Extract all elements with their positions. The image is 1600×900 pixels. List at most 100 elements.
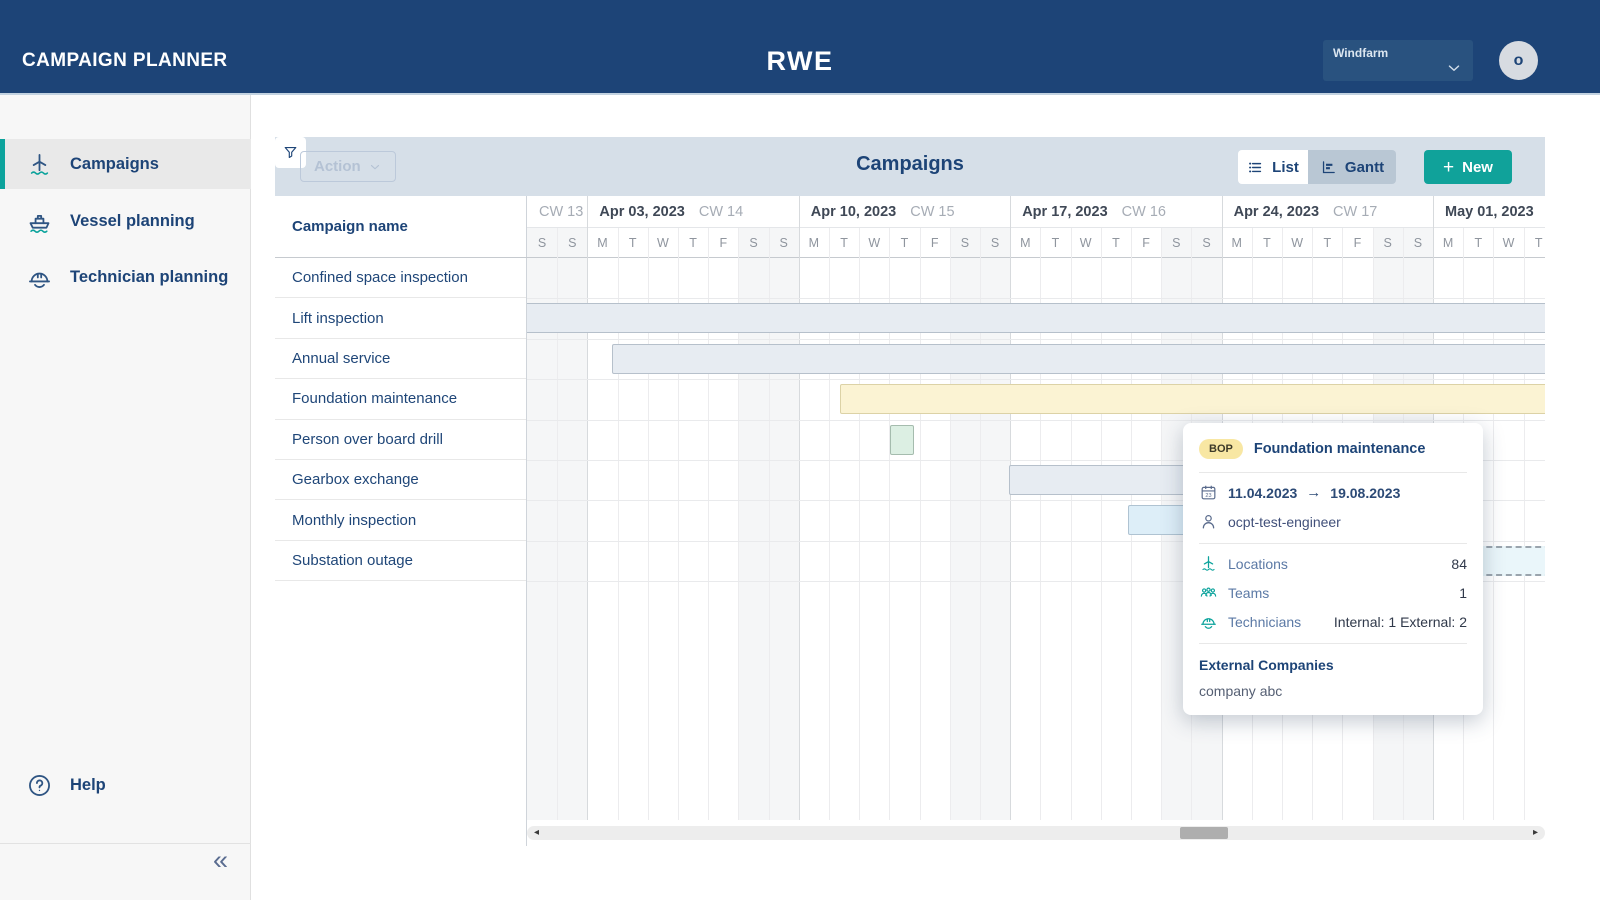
campaign-row-lift-inspection[interactable]: Lift inspection	[275, 298, 526, 338]
day-letter: T	[829, 228, 859, 258]
campaign-name: Foundation maintenance	[292, 390, 457, 407]
campaign-name: Person over board drill	[292, 431, 443, 448]
plus-icon: +	[1443, 158, 1454, 177]
sidebar-item-campaigns[interactable]: Campaigns	[0, 139, 251, 189]
day-letter: T	[678, 228, 708, 258]
day-letter: S	[769, 228, 799, 258]
row-grid-line	[527, 420, 1545, 421]
week-header: May 01, 2023CW 18	[1433, 196, 1545, 228]
day-letter: M	[1010, 228, 1040, 258]
gantt-bar[interactable]	[527, 303, 1545, 333]
tooltip-stat-teams: Teams1	[1199, 583, 1467, 602]
scroll-left-arrow-icon[interactable]: ◂	[534, 828, 539, 838]
calendar-week-label: CW 14	[699, 204, 743, 220]
day-letter: S	[557, 228, 587, 258]
scroll-right-arrow-icon[interactable]: ▸	[1533, 828, 1538, 838]
campaign-row-annual-service[interactable]: Annual service	[275, 339, 526, 379]
week-date-label: May 01, 2023	[1445, 204, 1534, 220]
week-header: CW 13	[527, 196, 587, 228]
tooltip-stat-technicians: TechniciansInternal: 1 External: 2	[1199, 612, 1467, 631]
row-grid-line	[527, 339, 1545, 340]
day-letter: T	[618, 228, 648, 258]
helmet-icon	[1199, 612, 1218, 631]
scrollbar-thumb[interactable]	[1180, 827, 1228, 839]
calendar-week-label: CW 13	[539, 204, 583, 220]
day-letter: T	[1252, 228, 1282, 258]
action-button-label: Action	[314, 158, 361, 175]
gantt-view-button[interactable]: Gantt	[1308, 150, 1396, 184]
day-letter: M	[587, 228, 617, 258]
day-letter: S	[738, 228, 768, 258]
gantt-bar[interactable]	[840, 384, 1545, 414]
day-letter: S	[1191, 228, 1221, 258]
campaign-row-monthly-inspection[interactable]: Monthly inspection	[275, 500, 526, 540]
list-view-button[interactable]: List	[1238, 150, 1308, 184]
gantt-bar[interactable]	[612, 344, 1545, 374]
sidebar-item-technician-planning[interactable]: Technician planning	[0, 252, 251, 302]
day-letter: T	[889, 228, 919, 258]
tooltip-stats-section: Locations84 Teams1 TechniciansInternal: 1 …	[1183, 544, 1483, 643]
campaign-row-person-over-board-drill[interactable]: Person over board drill	[275, 420, 526, 460]
week-header: Apr 03, 2023 CW 14	[587, 196, 798, 228]
tooltip-stat-locations: Locations84	[1199, 554, 1467, 573]
campaign-row-foundation-maintenance[interactable]: Foundation maintenance	[275, 379, 526, 419]
external-companies-list: company abc	[1183, 679, 1483, 699]
day-letter: W	[1071, 228, 1101, 258]
new-campaign-button[interactable]: + New	[1424, 150, 1512, 184]
app-title: CAMPAIGN PLANNER	[22, 50, 228, 72]
action-dropdown-button[interactable]: Action	[300, 151, 396, 182]
campaign-name: Lift inspection	[292, 310, 384, 327]
campaign-row-substation-outage[interactable]: Substation outage	[275, 541, 526, 581]
stat-label: Technicians	[1228, 614, 1301, 630]
week-header: Apr 17, 2023CW 16	[1010, 196, 1221, 228]
day-letter: M	[1433, 228, 1463, 258]
start-date: 11.04.2023	[1228, 485, 1297, 501]
campaign-name: Confined space inspection	[292, 269, 468, 286]
sidebar-item-label: Campaigns	[70, 155, 159, 174]
campaign-name: Gearbox exchange	[292, 471, 419, 488]
sidebar-item-label: Vessel planning	[70, 212, 195, 231]
external-company-name: company abc	[1183, 679, 1483, 699]
campaign-type-badge: BOP	[1199, 439, 1243, 459]
turbine-icon	[26, 151, 53, 178]
arrow-right-icon: →	[1306, 484, 1321, 501]
funnel-icon	[282, 144, 299, 161]
day-letter: S	[950, 228, 980, 258]
campaign-tooltip: BOP Foundation maintenance 23 11.04.2023…	[1183, 423, 1483, 715]
campaign-name-column-header: Campaign name	[275, 196, 527, 258]
week-header: Apr 10, 2023CW 15	[799, 196, 1010, 228]
windfarm-select[interactable]: Windfarm	[1323, 40, 1473, 81]
teams-icon	[1199, 583, 1218, 602]
page-title: Campaigns	[856, 153, 964, 176]
campaign-row-gearbox-exchange[interactable]: Gearbox exchange	[275, 460, 526, 500]
row-grid-line	[527, 298, 1545, 299]
turbine-icon	[1199, 554, 1218, 573]
calendar-week-label: CW 16	[1122, 204, 1166, 220]
day-letter: T	[1312, 228, 1342, 258]
tooltip-owner-row: ocpt-test-engineer	[1199, 512, 1467, 531]
sidebar-divider	[0, 843, 251, 844]
row-grid-line	[527, 379, 1545, 380]
day-letter: M	[1222, 228, 1252, 258]
week-date-label: Apr 24, 2023	[1234, 204, 1319, 220]
campaign-row-confined-space-inspection[interactable]: Confined space inspection	[275, 258, 526, 298]
user-avatar[interactable]: o	[1499, 41, 1538, 80]
day-letter: T	[1463, 228, 1493, 258]
sidebar-item-help[interactable]: Help	[0, 760, 251, 810]
sidebar-collapse-button[interactable]: «	[213, 847, 228, 874]
week-date-label: Apr 03, 2023	[599, 204, 684, 220]
week-header: Apr 24, 2023CW 17	[1222, 196, 1433, 228]
gantt-button-label: Gantt	[1345, 159, 1384, 176]
sidebar-item-vessel-planning[interactable]: Vessel planning	[0, 196, 251, 246]
gantt-bar[interactable]	[890, 425, 914, 455]
campaign-name: Annual service	[292, 350, 390, 367]
tooltip-title: Foundation maintenance	[1254, 441, 1426, 457]
windfarm-select-value: Windfarm	[1333, 46, 1388, 60]
list-button-label: List	[1272, 159, 1299, 176]
svg-text:23: 23	[1205, 493, 1211, 499]
gantt-horizontal-scrollbar[interactable]	[527, 826, 1545, 840]
campaign-name-column: Campaign name Confined space inspection L…	[275, 196, 527, 846]
owner-name: ocpt-test-engineer	[1228, 514, 1341, 530]
day-letter: S	[527, 228, 557, 258]
day-letter: W	[648, 228, 678, 258]
